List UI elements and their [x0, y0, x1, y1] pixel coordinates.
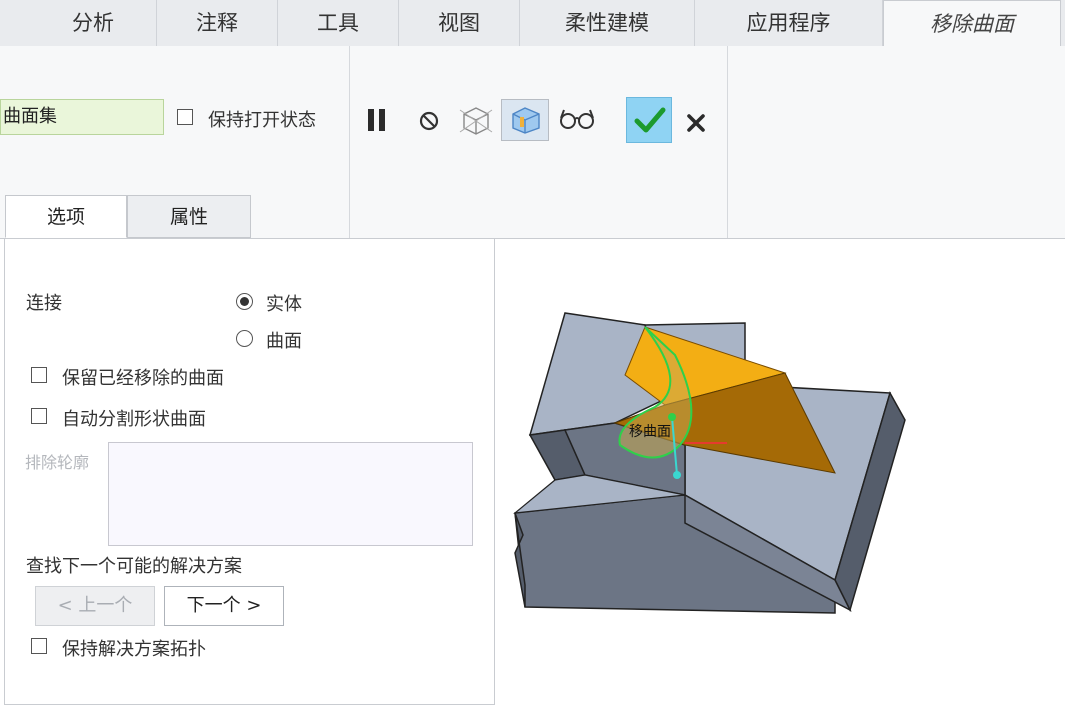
ribbon-separator	[349, 46, 350, 238]
tab-options[interactable]: 选项	[5, 195, 127, 238]
tab-properties[interactable]: 属性	[127, 195, 251, 238]
tab-tools[interactable]: 工具	[278, 0, 399, 46]
keep-open-checkbox[interactable]	[177, 109, 193, 125]
auto-split-checkbox[interactable]	[31, 408, 47, 424]
auto-split-label: 自动分割形状曲面	[62, 409, 206, 430]
drag-handle-point[interactable]	[668, 413, 676, 421]
tab-view[interactable]: 视图	[399, 0, 520, 46]
surface-set-collector[interactable]: 曲面集	[0, 99, 164, 135]
keep-removed-label: 保留已经移除的曲面	[62, 368, 224, 389]
model-viewport[interactable]: 移曲面	[505, 295, 925, 625]
keep-topology-checkbox[interactable]	[31, 638, 47, 654]
keep-topology-label: 保持解决方案拓扑	[62, 639, 206, 660]
attach-solid-label: 实体	[266, 294, 302, 315]
exclude-contours-collector[interactable]	[108, 442, 473, 546]
attach-surface-label: 曲面	[266, 331, 302, 352]
ribbon-tab-bar: 分析 注释 工具 视图 柔性建模 应用程序 移除曲面	[0, 0, 1065, 47]
exclude-contours-label: 排除轮廓	[25, 453, 90, 472]
ribbon-separator	[727, 46, 728, 238]
keep-open-label: 保持打开状态	[208, 110, 316, 131]
attach-label: 连接	[26, 293, 62, 314]
tab-annotate[interactable]: 注释	[157, 0, 278, 46]
ok-button[interactable]	[626, 97, 672, 143]
feature-preview-icon	[511, 106, 541, 138]
close-icon[interactable]	[685, 112, 707, 134]
keep-removed-checkbox[interactable]	[31, 367, 47, 383]
tab-analysis[interactable]: 分析	[30, 0, 157, 46]
checkmark-icon	[634, 106, 666, 138]
find-next-label: 查找下一个可能的解决方案	[26, 556, 242, 577]
tab-remove-surface[interactable]: 移除曲面	[883, 0, 1061, 47]
next-solution-button[interactable]: 下一个 >	[164, 586, 284, 626]
drag-handle-point[interactable]	[673, 471, 681, 479]
tab-applications[interactable]: 应用程序	[695, 0, 883, 46]
feature-preview-toggle[interactable]	[501, 99, 549, 141]
pause-icon[interactable]	[366, 107, 388, 133]
previous-solution-button[interactable]: < 上一个	[35, 586, 155, 626]
attach-surface-radio[interactable]	[236, 330, 253, 347]
geometry-preview-icon[interactable]	[458, 104, 494, 136]
attach-solid-radio[interactable]	[236, 293, 253, 310]
surface-tag: 移曲面	[629, 424, 671, 440]
ribbon-panel: 曲面集 保持打开状态 选项 属性	[0, 46, 1065, 239]
tab-flexible-modeling[interactable]: 柔性建模	[520, 0, 695, 46]
verify-glasses-icon[interactable]	[558, 106, 598, 132]
no-preview-icon[interactable]	[417, 109, 441, 133]
